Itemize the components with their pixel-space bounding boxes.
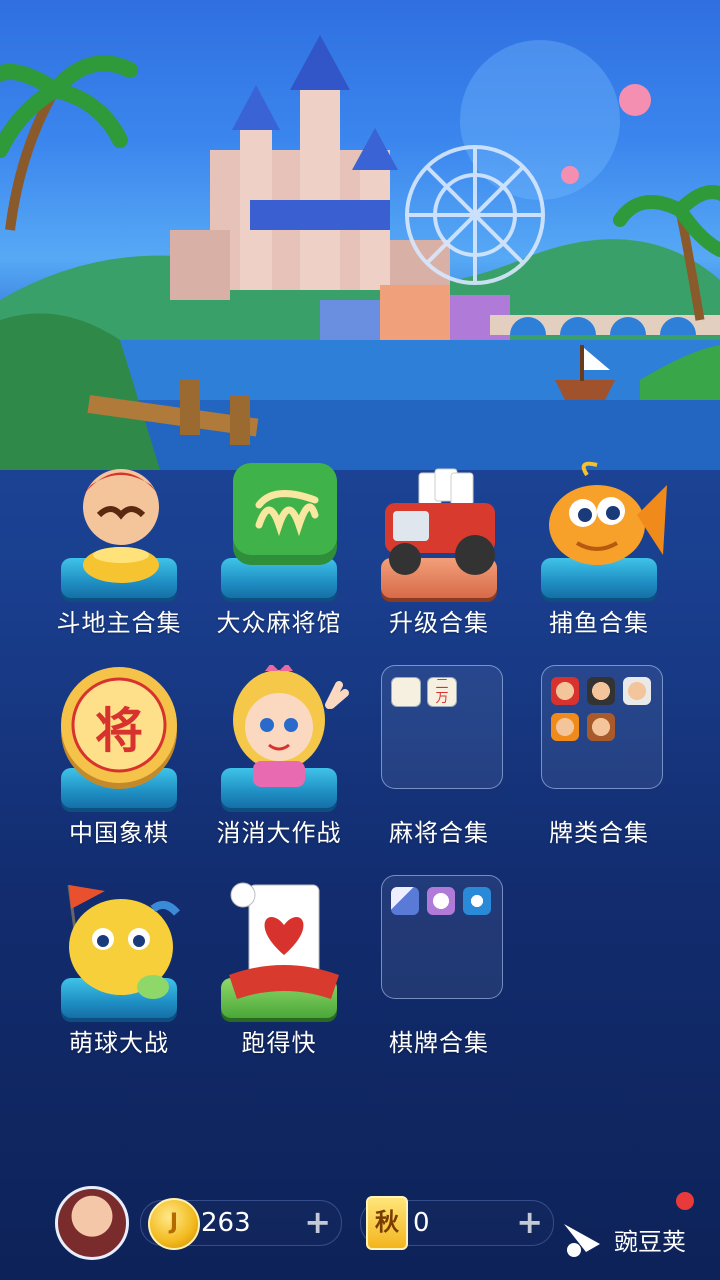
tractor-cards-icon [379,455,499,600]
game-tile-landlord[interactable]: 斗地主合集 [44,455,194,655]
running-card-icon [219,875,339,1020]
autumn-balance: 0 [413,1208,430,1238]
landlord-mini-icon [551,677,579,705]
game-label: 升级合集 [389,609,489,637]
coin-balance: 263 [201,1208,251,1238]
game-tile-cute-ball[interactable]: 萌球大战 [44,875,194,1075]
game-tile-mahjong-hall[interactable]: 大众麻将馆 [204,455,354,655]
game-label: 大众麻将馆 [216,609,342,637]
add-coins-button[interactable]: + [304,1203,331,1241]
add-autumn-button[interactable]: + [516,1203,543,1241]
chinese-chess-icon: 将 [59,665,179,810]
character-mini-icon [623,677,651,705]
watermark-logo: 豌豆荚 [560,1212,710,1262]
game-label: 牌类合集 [549,819,649,847]
cute-ball-icon [59,875,181,1020]
mahjong-mini-icon [391,677,421,707]
bottom-bar: 263 + J 0 + 秋 豌豆荚 [0,1180,720,1280]
game-label: 麻将合集 [389,819,489,847]
coin-icon: J [148,1198,200,1250]
character-mini-icon [587,677,615,705]
header-scene-illustration [0,0,720,470]
fish-icon [539,455,667,600]
game-label: 棋牌合集 [389,1029,489,1057]
board-games-folder-icon [379,875,503,1020]
game-tile-fishing[interactable]: 捕鱼合集 [524,455,674,655]
character-mini-icon [551,713,579,741]
game-label: 消消大作战 [216,819,342,847]
princess-icon [219,665,349,810]
game-label: 斗地主合集 [56,609,182,637]
autumn-badge-icon: 秋 [366,1196,408,1250]
game-label: 跑得快 [241,1029,317,1057]
game-folder-cards[interactable]: 牌类合集 [524,665,674,865]
mahjong-tile-mini-icon: 二万 [427,677,457,707]
rabbit-mini-icon [427,887,455,915]
game-tile-chinese-chess[interactable]: 将 中国象棋 [44,665,194,865]
game-folder-board-games[interactable]: 棋牌合集 [364,875,514,1075]
game-tile-upgrade[interactable]: 升级合集 [364,455,514,655]
landlord-character-icon [59,455,179,600]
game-tile-run-fast[interactable]: 跑得快 [204,875,354,1075]
user-avatar[interactable] [55,1186,129,1260]
mahjong-folder-icon: 二万 [379,665,503,810]
cards-mini-icon [391,887,419,915]
game-label: 捕鱼合集 [549,609,649,637]
pea-logo-icon [564,1224,600,1257]
chess-glyph: 将 [94,703,143,759]
game-label: 中国象棋 [69,819,169,847]
game-tile-match-battle[interactable]: 消消大作战 [204,665,354,865]
cards-folder-icon [539,665,663,810]
notification-dot [676,1192,694,1210]
character-mini-icon [587,713,615,741]
mahjong-tile-icon [219,455,339,600]
game-folder-mahjong[interactable]: 二万 麻将合集 [364,665,514,865]
robot-mini-icon [463,887,491,915]
game-label: 萌球大战 [69,1029,169,1057]
